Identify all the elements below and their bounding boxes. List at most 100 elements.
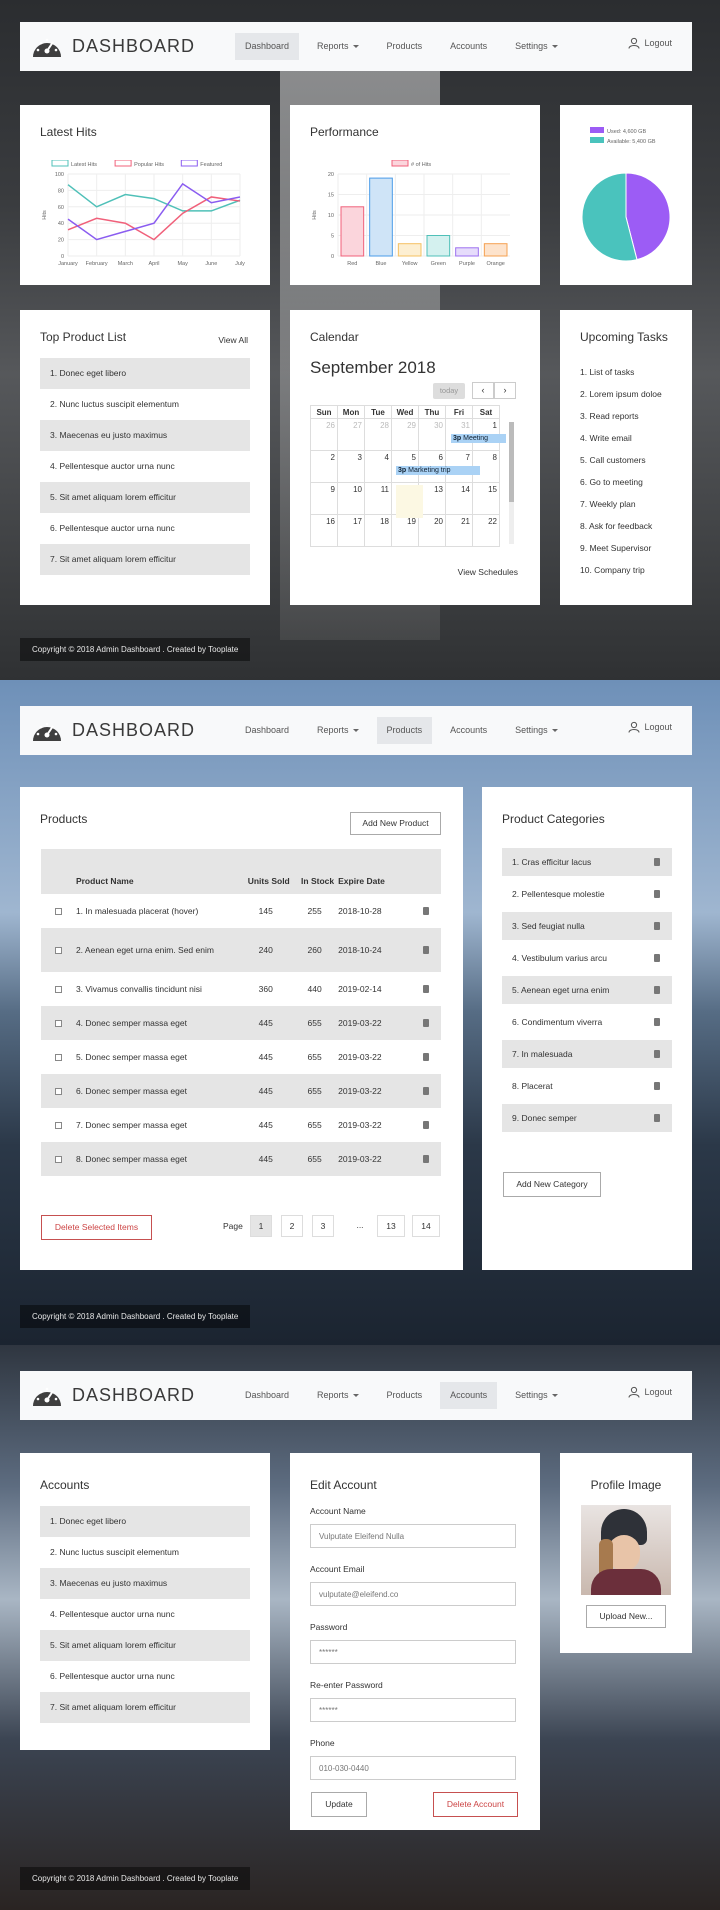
today-button[interactable]: today: [433, 383, 465, 399]
brand[interactable]: DASHBOARD: [30, 1382, 200, 1410]
trash-icon[interactable]: [654, 922, 660, 930]
trash-icon[interactable]: [422, 985, 429, 993]
brand[interactable]: DASHBOARD: [30, 717, 200, 745]
field-input[interactable]: [310, 1756, 516, 1780]
calendar-day[interactable]: 14: [445, 482, 473, 515]
list-item[interactable]: 10. Company trip: [580, 564, 672, 576]
trash-icon[interactable]: [654, 858, 660, 866]
list-item[interactable]: 2. Lorem ipsum doloe: [580, 388, 672, 400]
category-item[interactable]: 4. Vestibulum varius arcu: [502, 944, 672, 972]
trash-icon[interactable]: [654, 986, 660, 994]
delete-account-button[interactable]: Delete Account: [433, 1792, 518, 1817]
list-item[interactable]: 6. Pellentesque auctor urna nunc: [40, 1661, 250, 1692]
list-item[interactable]: 5. Sit amet aliquam lorem efficitur: [40, 1630, 250, 1661]
list-item[interactable]: 7. Sit amet aliquam lorem efficitur: [40, 544, 250, 575]
list-item[interactable]: 3. Maecenas eu justo maximus: [40, 1568, 250, 1599]
table-row[interactable]: 2. Aenean eget urna enim. Sed enim 240 260…: [41, 928, 441, 972]
calendar-day[interactable]: 4: [364, 450, 392, 483]
add-category-button[interactable]: Add New Category: [503, 1172, 601, 1197]
list-item[interactable]: 3. Maecenas eu justo maximus: [40, 420, 250, 451]
list-item[interactable]: 1. Donec eget libero: [40, 1506, 250, 1537]
calendar-event-meeting[interactable]: 3p Meeting: [451, 434, 506, 443]
calendar-next-button[interactable]: ›: [494, 382, 516, 399]
list-item[interactable]: 6. Go to meeting: [580, 476, 672, 488]
row-checkbox[interactable]: [54, 1054, 62, 1061]
list-item[interactable]: 4. Write email: [580, 432, 672, 444]
field-input[interactable]: [310, 1582, 516, 1606]
trash-icon[interactable]: [422, 946, 429, 954]
table-row[interactable]: 4. Donec semper massa eget 445 655 2019-03-…: [41, 1006, 441, 1040]
nav-settings[interactable]: Settings: [505, 33, 568, 60]
calendar-day[interactable]: 21: [445, 514, 473, 547]
trash-icon[interactable]: [654, 1114, 660, 1122]
calendar-day[interactable]: 17: [337, 514, 365, 547]
logout-link[interactable]: Logout: [628, 721, 672, 733]
category-item[interactable]: 8. Placerat: [502, 1072, 672, 1100]
column-header[interactable]: Product Name: [76, 849, 241, 894]
nav-accounts[interactable]: Accounts: [440, 33, 497, 60]
view-schedules-link[interactable]: View Schedules: [458, 567, 518, 577]
trash-icon[interactable]: [422, 1121, 429, 1129]
trash-icon[interactable]: [654, 1018, 660, 1026]
nav-reports[interactable]: Reports: [307, 33, 369, 60]
table-row[interactable]: 1. In malesuada placerat (hover) 145 255 20…: [41, 894, 441, 928]
list-item[interactable]: 4. Pellentesque auctor urna nunc: [40, 1599, 250, 1630]
row-checkbox[interactable]: [54, 947, 62, 954]
calendar-day[interactable]: 15: [472, 482, 500, 515]
category-item[interactable]: 3. Sed feugiat nulla: [502, 912, 672, 940]
add-new-product-button[interactable]: Add New Product: [350, 812, 441, 835]
calendar-day[interactable]: 2: [310, 450, 338, 483]
trash-icon[interactable]: [422, 1053, 429, 1061]
row-checkbox[interactable]: [54, 1088, 62, 1095]
nav-products[interactable]: Products: [377, 33, 433, 60]
page-button[interactable]: 3: [312, 1215, 334, 1237]
nav-dashboard[interactable]: Dashboard: [235, 717, 299, 744]
table-row[interactable]: 5. Donec semper massa eget 445 655 2019-03-…: [41, 1040, 441, 1074]
calendar-day[interactable]: 18: [364, 514, 392, 547]
row-checkbox[interactable]: [54, 908, 62, 915]
calendar-day[interactable]: 11: [364, 482, 392, 515]
category-item[interactable]: 5. Aenean eget urna enim: [502, 976, 672, 1004]
trash-icon[interactable]: [422, 907, 429, 915]
calendar-day[interactable]: 26: [310, 418, 338, 451]
list-item[interactable]: 5. Call customers: [580, 454, 672, 466]
table-row[interactable]: 8. Donec semper massa eget 445 655 2019-03-…: [41, 1142, 441, 1176]
trash-icon[interactable]: [654, 954, 660, 962]
brand[interactable]: DASHBOARD: [30, 33, 200, 61]
calendar-day[interactable]: 3: [337, 450, 365, 483]
field-input[interactable]: [310, 1640, 516, 1664]
category-item[interactable]: 7. In malesuada: [502, 1040, 672, 1068]
table-row[interactable]: 7. Donec semper massa eget 445 655 2019-03-…: [41, 1108, 441, 1142]
trash-icon[interactable]: [422, 1019, 429, 1027]
calendar-day[interactable]: 20: [418, 514, 446, 547]
row-checkbox[interactable]: [54, 1122, 62, 1129]
list-item[interactable]: 1. List of tasks: [580, 366, 672, 378]
calendar-prev-button[interactable]: ‹: [472, 382, 494, 399]
nav-reports[interactable]: Reports: [307, 1382, 369, 1409]
logout-link[interactable]: Logout: [628, 1386, 672, 1398]
calendar-day[interactable]: 22: [472, 514, 500, 547]
list-item[interactable]: 1. Donec eget libero: [40, 358, 250, 389]
trash-icon[interactable]: [422, 1155, 429, 1163]
trash-icon[interactable]: [654, 1050, 660, 1058]
column-header[interactable]: Expire Date: [338, 849, 410, 894]
nav-settings[interactable]: Settings: [505, 717, 568, 744]
nav-settings[interactable]: Settings: [505, 1382, 568, 1409]
list-item[interactable]: 4. Pellentesque auctor urna nunc: [40, 451, 250, 482]
calendar-scrollbar[interactable]: [509, 422, 514, 544]
list-item[interactable]: 8. Ask for feedback: [580, 520, 672, 532]
field-input[interactable]: [310, 1524, 516, 1548]
calendar-day[interactable]: 16: [310, 514, 338, 547]
calendar-event-marketing-trip[interactable]: 3p Marketing trip: [396, 466, 480, 475]
column-header[interactable]: Units Sold: [240, 849, 297, 894]
nav-products[interactable]: Products: [376, 717, 433, 744]
page-button[interactable]: 1: [250, 1215, 272, 1237]
calendar-day[interactable]: 19: [391, 514, 419, 547]
list-item[interactable]: 5. Sit amet aliquam lorem efficitur: [40, 482, 250, 513]
calendar-day[interactable]: 9: [310, 482, 338, 515]
nav-accounts[interactable]: Accounts: [440, 1382, 498, 1409]
list-item[interactable]: 7. Sit amet aliquam lorem efficitur: [40, 1692, 250, 1723]
list-item[interactable]: 2. Nunc luctus suscipit elementum: [40, 389, 250, 420]
field-input[interactable]: [310, 1698, 516, 1722]
page-button[interactable]: 2: [281, 1215, 303, 1237]
